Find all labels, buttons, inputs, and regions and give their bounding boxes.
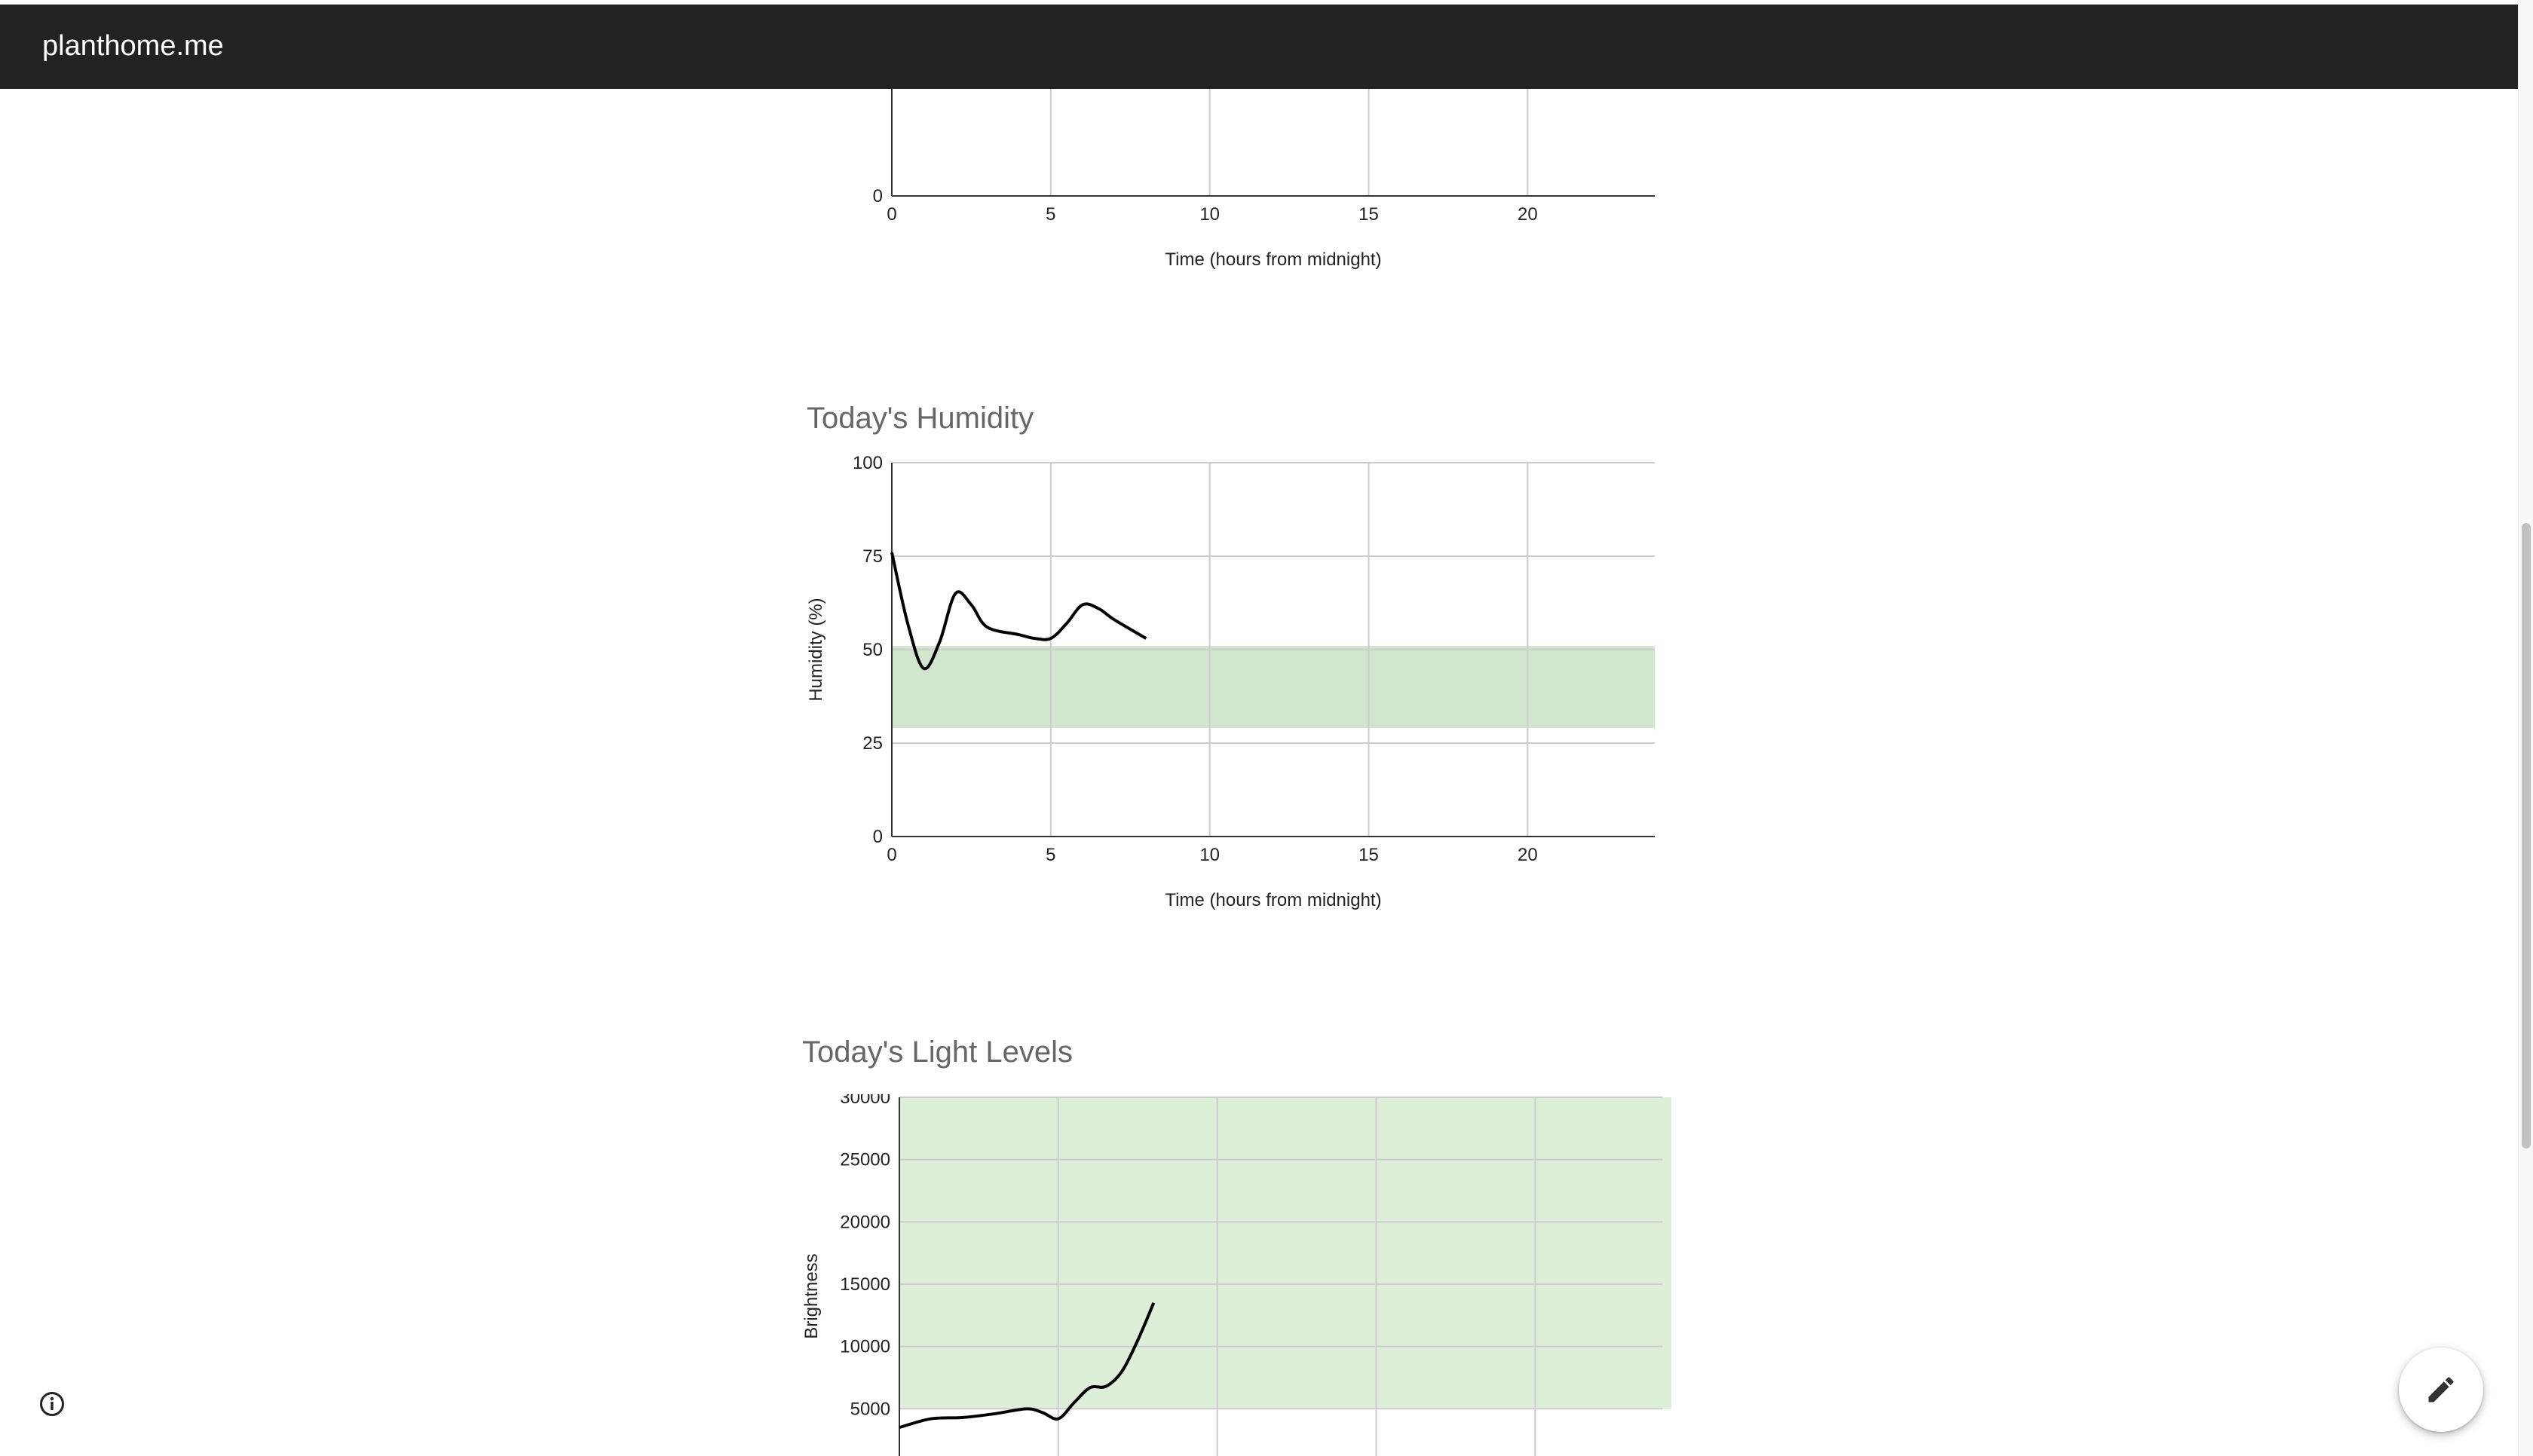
y-tick-label: 0: [873, 827, 883, 847]
y-tick-label: 5000: [850, 1399, 890, 1419]
y-tick-label: 75: [862, 546, 883, 567]
x-tick-label: 15: [1358, 845, 1379, 865]
x-tick-label: 20: [1518, 845, 1538, 865]
x-tick-label: 20: [1518, 204, 1538, 225]
x-axis-label: Time (hours from midnight): [1165, 249, 1381, 270]
ideal-range-band: [899, 1097, 1671, 1409]
y-tick-label: 100: [853, 453, 883, 473]
x-tick-label: 10: [1199, 845, 1220, 865]
info-button[interactable]: [39, 1391, 65, 1417]
x-tick-label: 10: [1199, 204, 1220, 225]
site-brand[interactable]: planthome.me: [42, 30, 224, 63]
y-tick-label: 15000: [840, 1274, 890, 1295]
humidity-chart: 0 25 50 75 100 0 5 10 15 20 Time (hours from midni…: [806, 453, 1655, 910]
top-navbar: planthome.me: [0, 5, 2519, 89]
y-tick-label: 20000: [840, 1212, 890, 1232]
x-tick-label: 15: [1358, 204, 1379, 225]
scrollbar[interactable]: [2518, 0, 2533, 1456]
scrollbar-thumb[interactable]: [2522, 523, 2531, 1149]
y-tick-label: 0: [873, 186, 883, 206]
x-tick-label: 0: [887, 204, 896, 225]
light-chart: 5000 10000 15000 20000 25000 30000 Brightness: [801, 1094, 1671, 1456]
y-tick-label: 25: [862, 733, 883, 754]
x-axis-label: Time (hours from midnight): [1165, 890, 1381, 910]
x-tick-label: 5: [1046, 204, 1055, 225]
pencil-icon: [2428, 1377, 2454, 1402]
y-tick-label: 50: [862, 640, 883, 660]
ideal-range-band: [892, 646, 1655, 729]
y-tick-label: 30000: [840, 1094, 890, 1108]
x-tick-label: 0: [887, 845, 896, 865]
y-axis-label: Brightness: [801, 1253, 822, 1338]
y-axis-label: Humidity (%): [806, 598, 826, 701]
edit-button[interactable]: [2399, 1347, 2483, 1432]
temperature-chart: 01005101520Time (hours from midnight): [873, 89, 1655, 270]
info-icon: [40, 1392, 64, 1416]
x-tick-label: 5: [1046, 845, 1055, 865]
y-tick-label: 10000: [840, 1337, 890, 1357]
humidity-chart-title: Today's Humidity: [807, 402, 1034, 435]
light-chart-title: Today's Light Levels: [802, 1035, 1073, 1069]
y-tick-label: 25000: [840, 1150, 890, 1170]
